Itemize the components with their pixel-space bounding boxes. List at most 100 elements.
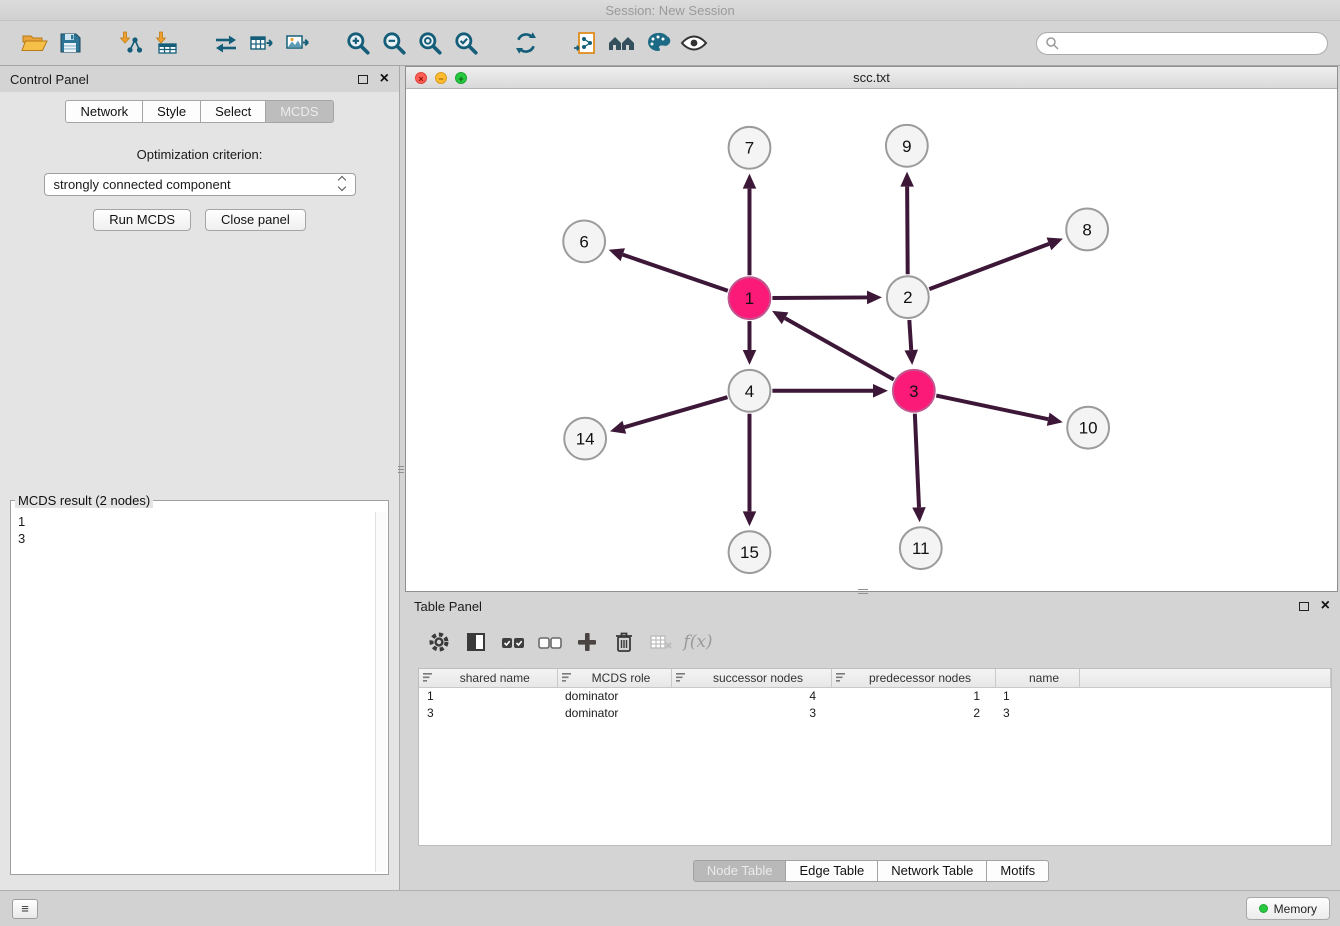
graph-node-1[interactable]: 1	[729, 277, 771, 319]
tab-mcds[interactable]: MCDS	[265, 100, 333, 123]
graph-node-7[interactable]: 7	[729, 127, 771, 169]
open-session-button[interactable]	[16, 26, 52, 60]
delete-table-button[interactable]	[646, 627, 676, 657]
edge-1-2[interactable]	[772, 297, 867, 298]
save-session-button[interactable]	[52, 26, 88, 60]
apply-layout-button[interactable]	[508, 26, 544, 60]
tab-style[interactable]: Style	[142, 100, 201, 123]
select-all-button[interactable]	[498, 627, 528, 657]
node-label: 8	[1082, 220, 1091, 239]
import-network-button[interactable]	[112, 26, 148, 60]
graph-node-15[interactable]: 15	[729, 531, 771, 573]
memory-label: Memory	[1274, 902, 1317, 916]
network-window-titlebar[interactable]: × − + scc.txt	[406, 67, 1337, 89]
zoom-out-button[interactable]	[376, 26, 412, 60]
task-history-button[interactable]: ≡	[12, 899, 38, 919]
graph-node-4[interactable]: 4	[729, 370, 771, 412]
network-graph[interactable]: 7 9 6 8 1 2 4 3 14 10 15 11	[406, 90, 1337, 591]
edge-2-9[interactable]	[907, 187, 908, 275]
horizontal-splitter-grip[interactable]	[858, 589, 868, 595]
save-floppy-icon	[58, 31, 82, 55]
column-header-successor-nodes[interactable]: successor nodes	[671, 669, 831, 687]
tab-edge-table[interactable]: Edge Table	[785, 860, 878, 882]
window-title: Session: New Session	[605, 3, 734, 18]
show-columns-button[interactable]	[461, 627, 491, 657]
close-window-icon[interactable]: ×	[415, 72, 427, 84]
close-table-panel-icon[interactable]: ×	[1321, 599, 1330, 613]
export-image-button[interactable]	[280, 26, 316, 60]
tab-node-table[interactable]: Node Table	[693, 860, 787, 882]
graph-node-10[interactable]: 10	[1067, 407, 1109, 449]
edge-3-1[interactable]	[785, 318, 894, 379]
tab-select[interactable]: Select	[200, 100, 266, 123]
graph-node-8[interactable]: 8	[1066, 209, 1108, 251]
edge-arrow-icon	[610, 421, 626, 434]
mcds-result-list[interactable]: 13	[12, 512, 375, 872]
column-header-shared-name[interactable]: shared name	[419, 669, 557, 687]
network-window: × − + scc.txt 7 9 6 8 1 2 4 3 14 10 15 11	[405, 66, 1338, 592]
delete-row-button[interactable]	[609, 627, 639, 657]
home-button[interactable]	[604, 26, 640, 60]
memory-button[interactable]: Memory	[1246, 897, 1330, 920]
edge-2-8[interactable]	[929, 244, 1049, 289]
column-header-mcds-role[interactable]: MCDS role	[557, 669, 671, 687]
network-arrows-button[interactable]	[208, 26, 244, 60]
graph-node-14[interactable]: 14	[564, 418, 606, 460]
network-from-selection-button[interactable]	[568, 26, 604, 60]
tab-network-table[interactable]: Network Table	[877, 860, 987, 882]
edge-1-6[interactable]	[623, 255, 728, 291]
delete-table-icon	[648, 630, 674, 654]
zoom-selected-button[interactable]	[448, 26, 484, 60]
zoom-in-button[interactable]	[340, 26, 376, 60]
search-icon	[1045, 36, 1059, 50]
toolbar-separator	[544, 43, 568, 44]
table-panel: Table Panel ×	[402, 594, 1340, 890]
graph-node-2[interactable]: 2	[887, 276, 929, 318]
edge-2-3[interactable]	[909, 320, 911, 350]
minimize-window-icon[interactable]: −	[435, 72, 447, 84]
home-icon	[607, 31, 637, 55]
table-settings-button[interactable]	[424, 627, 454, 657]
import-table-icon	[153, 31, 179, 55]
style-button[interactable]	[640, 26, 676, 60]
function-icon: f(x)	[683, 632, 712, 652]
table-cell: dominator	[557, 687, 671, 704]
close-panel-icon[interactable]: ×	[380, 72, 389, 86]
tab-network[interactable]: Network	[65, 100, 143, 123]
graph-node-9[interactable]: 9	[886, 125, 928, 167]
export-table-button[interactable]	[244, 26, 280, 60]
column-header-predecessor-nodes[interactable]: predecessor nodes	[831, 669, 995, 687]
table-row[interactable]: 3dominator323	[419, 704, 1331, 721]
graph-node-3[interactable]: 3	[893, 370, 935, 412]
graph-node-6[interactable]: 6	[563, 220, 605, 262]
graph-node-11[interactable]: 11	[900, 527, 942, 569]
run-mcds-button[interactable]: Run MCDS	[93, 209, 191, 231]
edge-3-11[interactable]	[915, 414, 919, 508]
criterion-dropdown[interactable]: strongly connected component	[44, 173, 356, 196]
column-header-name[interactable]: name	[995, 669, 1079, 687]
vertical-splitter-grip[interactable]	[398, 466, 404, 475]
maximize-window-icon[interactable]: +	[455, 72, 467, 84]
titlebar: Session: New Session	[0, 0, 1340, 21]
search-box[interactable]	[1036, 32, 1328, 55]
list-icon: ≡	[21, 901, 29, 916]
close-panel-button[interactable]: Close panel	[205, 209, 306, 231]
float-panel-icon[interactable]	[358, 75, 368, 84]
search-input[interactable]	[1064, 36, 1319, 51]
add-row-button[interactable]	[572, 627, 602, 657]
float-table-panel-icon[interactable]	[1299, 602, 1309, 611]
zoom-fit-button[interactable]	[412, 26, 448, 60]
result-scrollbar[interactable]	[375, 512, 387, 872]
export-table-icon	[249, 31, 275, 55]
table-row[interactable]: 1dominator411	[419, 687, 1331, 704]
network-canvas[interactable]: 7 9 6 8 1 2 4 3 14 10 15 11	[406, 90, 1337, 591]
apply-function-button[interactable]: f(x)	[683, 627, 713, 657]
edge-3-10[interactable]	[936, 396, 1048, 420]
deselect-all-button[interactable]	[535, 627, 565, 657]
show-hide-button[interactable]	[676, 26, 712, 60]
table-cell: 4	[671, 687, 831, 704]
edge-4-14[interactable]	[624, 397, 727, 427]
tab-motifs[interactable]: Motifs	[986, 860, 1049, 882]
import-table-button[interactable]	[148, 26, 184, 60]
document-network-icon	[573, 30, 599, 56]
